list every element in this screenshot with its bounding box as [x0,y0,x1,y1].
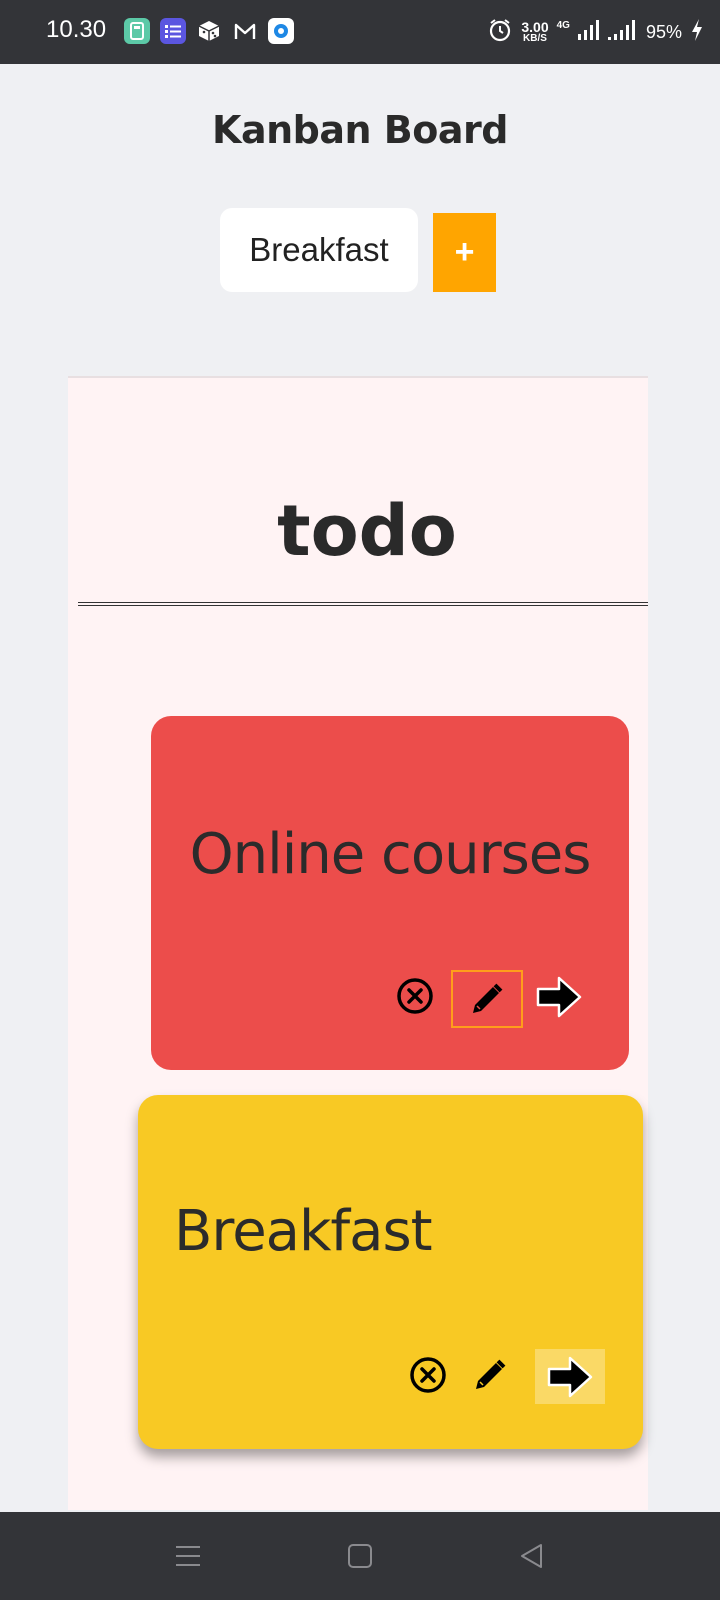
delete-icon[interactable] [408,1355,448,1395]
status-app-icons [124,18,294,46]
back-icon[interactable] [512,1538,552,1574]
card-title: Breakfast [174,1199,433,1264]
home-icon[interactable] [340,1538,380,1574]
task-card[interactable]: Online courses [151,716,629,1070]
move-right-arrow-icon[interactable] [535,1349,605,1404]
delete-icon[interactable] [395,976,435,1016]
network-type: 4G [556,19,570,31]
tasks-app-icon [160,18,186,44]
edit-icon[interactable] [451,970,523,1028]
page-title: Kanban Board [212,108,508,152]
browser-app-icon [268,18,294,44]
status-right: 3.00 KB/S 4G 95% [487,14,704,50]
task-input[interactable] [220,208,418,292]
alarm-icon [487,17,513,47]
edit-icon[interactable] [470,1355,510,1395]
add-task-button[interactable]: + [433,213,496,292]
network-speed: 3.00 KB/S [521,20,548,44]
charging-icon [690,18,704,46]
column-divider [78,602,648,606]
net-speed-value: 3.00 [521,19,549,35]
signal-icon-2 [607,19,638,45]
task-card[interactable]: Breakfast [138,1095,643,1449]
column-title: todo [277,490,457,572]
status-bar: 10.30 3.00 KB/S 4G 95% [0,0,720,64]
move-right-arrow-icon[interactable] [533,972,585,1022]
calculator-app-icon [124,18,150,44]
navigation-bar [0,1512,720,1600]
net-speed-unit: KB/S [523,33,547,44]
card-title: Online courses [189,822,592,887]
dice-app-icon [196,18,222,44]
gmail-icon [232,18,258,44]
screen: 10.30 3.00 KB/S 4G 95% Kanban Board Brea… [0,0,720,1600]
menu-icon[interactable] [168,1538,208,1574]
status-time: 10.30 [46,16,107,43]
signal-icon [577,19,600,45]
battery-percent: 95% [645,21,682,42]
